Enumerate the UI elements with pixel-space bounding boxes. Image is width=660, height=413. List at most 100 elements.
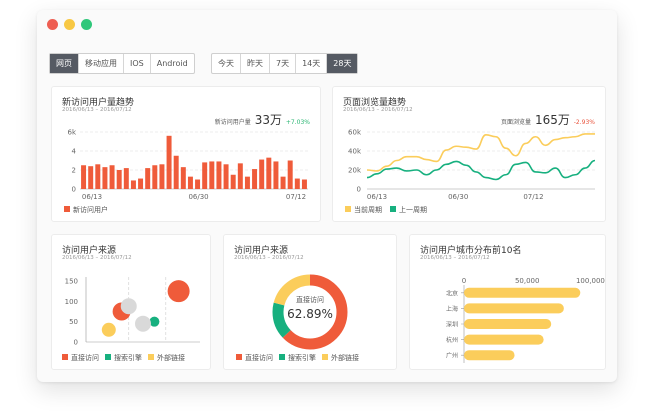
- bar: [159, 164, 165, 189]
- y-tick-label: 60k: [348, 129, 362, 137]
- bar: [202, 162, 208, 189]
- close-window-button[interactable]: [47, 19, 58, 30]
- tab-yesterday[interactable]: 昨天: [241, 54, 270, 73]
- bar: [109, 165, 115, 189]
- bar: [237, 163, 243, 189]
- bar: [81, 165, 87, 189]
- bar: [145, 168, 151, 189]
- legend-item-external: 外部链接: [322, 353, 359, 363]
- bar: [130, 180, 136, 189]
- tab-web[interactable]: 网页: [50, 54, 79, 73]
- category-label: 上海: [446, 305, 458, 313]
- x-tick-label: 50,000: [515, 277, 540, 285]
- chart-legend: 当前周期 上一周期: [345, 205, 427, 215]
- x-tick-label: 06/13: [82, 193, 102, 201]
- legend-item: 新访问用户: [64, 205, 108, 215]
- tab-28-days[interactable]: 28天: [327, 54, 358, 73]
- bar: [280, 176, 286, 189]
- y-tick-label: 100: [65, 298, 78, 306]
- y-tick-label: 0: [74, 339, 78, 347]
- bar: [259, 159, 265, 189]
- x-tick-label: 07/12: [286, 193, 306, 201]
- y-tick-label: 0: [72, 186, 76, 194]
- maximize-window-button[interactable]: [81, 19, 92, 30]
- title-bar: [37, 10, 617, 38]
- bar: [464, 319, 552, 329]
- series-line: [366, 133, 595, 172]
- category-label: 深圳: [446, 321, 458, 329]
- chart-legend: 新访问用户: [64, 205, 108, 215]
- bar: [244, 176, 250, 189]
- bar: [152, 165, 158, 189]
- y-tick-label: 50: [69, 318, 78, 326]
- legend-item-direct: 直接访问: [236, 353, 273, 363]
- user-source-scatter-chart: 0 50 100 150: [65, 277, 200, 347]
- bar: [180, 167, 186, 189]
- bar: [464, 334, 544, 345]
- category-label: 杭州: [446, 336, 458, 344]
- y-tick-label: 6k: [67, 129, 76, 137]
- bar: [209, 161, 215, 189]
- pageviews-line-chart: 0 20k 40k 60k 06/13 06/30 07/12: [348, 129, 596, 201]
- date-range-tabs: 今天 昨天 7天 14天 28天: [211, 53, 359, 74]
- legend-item-external: 外部链接: [148, 353, 185, 363]
- bar: [301, 179, 307, 189]
- bar: [223, 164, 229, 189]
- y-tick-label: 40k: [348, 148, 362, 156]
- bar: [102, 167, 108, 189]
- bar: [173, 155, 179, 189]
- legend-item-previous: 上一周期: [390, 205, 427, 215]
- pageviews-trend-card: 页面浏览量趋势 2016/06/13 – 2016/07/12 页面浏览量 16…: [332, 86, 606, 222]
- tab-android[interactable]: Android: [151, 54, 194, 73]
- series-line: [366, 159, 596, 181]
- x-tick-label: 06/13: [367, 193, 387, 201]
- scatter-point: [149, 316, 160, 327]
- minimize-window-button[interactable]: [64, 19, 75, 30]
- bar: [287, 160, 293, 189]
- bar: [464, 350, 515, 361]
- legend-item-direct: 直接访问: [62, 353, 99, 363]
- y-tick-label: 2: [72, 167, 76, 175]
- tab-ios[interactable]: IOS: [124, 54, 151, 73]
- scatter-point: [120, 298, 137, 315]
- tab-today[interactable]: 今天: [212, 54, 241, 73]
- category-label: 北京: [446, 289, 458, 297]
- scatter-point: [167, 280, 190, 303]
- category-label: 广州: [446, 352, 458, 360]
- bar: [294, 178, 300, 189]
- bar: [88, 166, 94, 189]
- bar: [187, 176, 193, 189]
- scatter-point: [101, 322, 116, 337]
- scatter-point: [135, 315, 151, 332]
- legend-item-current: 当前周期: [345, 205, 382, 215]
- bar: [464, 303, 564, 314]
- bar: [166, 135, 172, 189]
- bar: [195, 179, 201, 189]
- x-tick-label: 100,000: [576, 277, 605, 285]
- bar: [230, 174, 236, 189]
- bar: [216, 161, 222, 189]
- tab-14-days[interactable]: 14天: [296, 54, 328, 73]
- bar: [123, 168, 129, 189]
- bar: [252, 169, 258, 189]
- y-tick-label: 0: [357, 186, 361, 194]
- tab-mobile-app[interactable]: 移动应用: [79, 54, 124, 73]
- legend-item-search: 搜索引擎: [279, 353, 316, 363]
- y-tick-label: 20k: [348, 167, 362, 175]
- bar: [116, 170, 122, 189]
- chart-legend: 直接访问 搜索引擎 外部链接: [62, 353, 185, 363]
- bar: [95, 164, 101, 189]
- y-tick-label: 4: [72, 148, 77, 156]
- donut-center-label: 直接访问 62.89%: [270, 295, 350, 321]
- donut-center-caption: 直接访问: [296, 296, 324, 304]
- platform-tabs: 网页 移动应用 IOS Android: [49, 53, 195, 74]
- legend-item-search: 搜索引擎: [105, 353, 142, 363]
- x-tick-label: 06/30: [188, 193, 208, 201]
- new-users-trend-card: 新访问用户量趋势 2016/06/13 – 2016/07/12 新访问用户量 …: [51, 86, 321, 222]
- new-users-bar-chart: 0 2 4 6k 06/13 06/30 07/12: [67, 129, 308, 201]
- dashboard-window: 网页 移动应用 IOS Android 今天 昨天 7天 14天 28天 新访问…: [37, 10, 617, 382]
- x-tick-label: 06/30: [448, 193, 468, 201]
- bar: [266, 157, 272, 189]
- tab-7-days[interactable]: 7天: [270, 54, 297, 73]
- bar: [464, 287, 581, 298]
